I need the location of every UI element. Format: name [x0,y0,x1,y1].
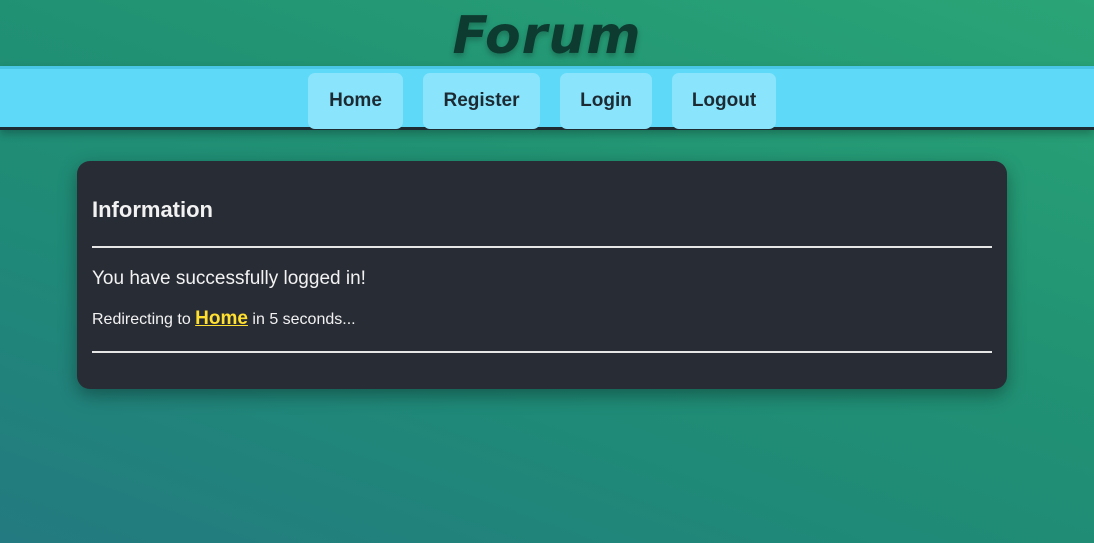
redirect-notice: Redirecting to Home in 5 seconds... [92,308,356,330]
nav-home-button[interactable]: Home [308,73,403,129]
nav-logout-button[interactable]: Logout [672,73,776,129]
nav-login-button[interactable]: Login [560,73,652,129]
nav-register-button[interactable]: Register [423,73,540,129]
divider [92,351,992,353]
information-card: Information You have successfully logged… [77,161,1007,389]
navbar: Home Register Login Logout [0,66,1094,130]
card-title: Information [92,197,213,222]
redirect-prefix: Redirecting to [92,311,196,328]
divider [92,246,992,248]
forum-logo: Forum [452,6,642,66]
redirect-home-link[interactable]: Home [195,308,248,329]
login-success-message: You have successfully logged in! [92,268,366,289]
redirect-suffix: in 5 seconds... [247,311,356,328]
